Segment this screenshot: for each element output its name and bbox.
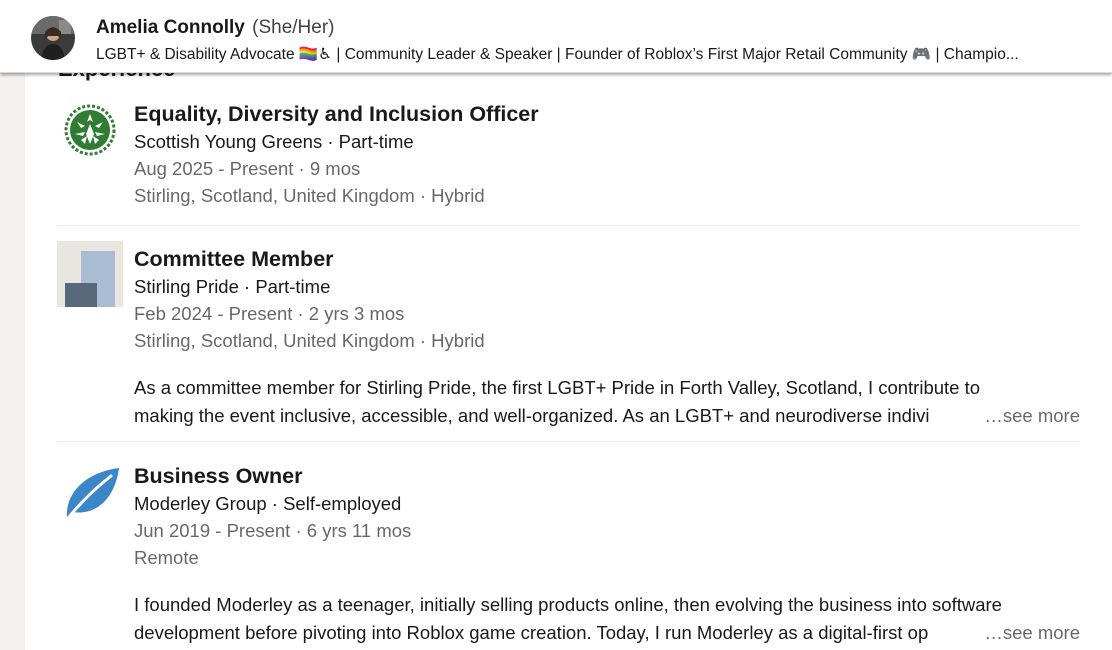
experience-title[interactable]: Business Owner xyxy=(134,462,1080,490)
profile-name-row: Amelia Connolly (She/Her) xyxy=(96,17,335,39)
placeholder-company-logo-icon[interactable] xyxy=(57,241,123,307)
profile-headline: LGBT+ & Disability Advocate 🏳️‍🌈♿ | Comm… xyxy=(96,46,1019,63)
thistle-logo-icon[interactable] xyxy=(57,100,123,166)
sticky-profile-header: Amelia Connolly (She/Her) LGBT+ & Disabi… xyxy=(0,0,1112,73)
experience-title[interactable]: Equality, Diversity and Inclusion Office… xyxy=(134,100,1080,128)
experience-location: Stirling, Scotland, United Kingdom · Hyb… xyxy=(134,185,485,206)
description-line: making the event inclusive, accessible, … xyxy=(134,405,930,426)
see-more-button[interactable]: …see more xyxy=(980,619,1080,647)
experience-title[interactable]: Committee Member xyxy=(134,245,1080,273)
experience-company: Moderley Group · Self-employed xyxy=(134,493,402,514)
description-line: development before pivoting into Roblox … xyxy=(134,622,929,643)
description-line: I founded Moderley as a teenager, initia… xyxy=(134,594,1002,615)
experience-location: Remote xyxy=(134,547,199,568)
experience-dates: Aug 2025 - Present · 9 mos xyxy=(134,158,361,179)
description-line: As a committee member for Stirling Pride… xyxy=(134,377,981,398)
divider xyxy=(57,441,1080,442)
divider xyxy=(57,225,1080,226)
see-more-button[interactable]: …see more xyxy=(980,402,1080,430)
experience-company: Scottish Young Greens · Part-time xyxy=(134,131,414,152)
avatar[interactable] xyxy=(31,16,75,60)
experience-location: Stirling, Scotland, United Kingdom · Hyb… xyxy=(134,330,485,351)
experience-description: As a committee member for Stirling Pride… xyxy=(134,374,1080,430)
experience-description: I founded Moderley as a teenager, initia… xyxy=(134,591,1080,647)
experience-dates: Feb 2024 - Present · 2 yrs 3 mos xyxy=(134,303,405,324)
experience-company: Stirling Pride · Part-time xyxy=(134,276,331,297)
experience-dates: Jun 2019 - Present · 6 yrs 11 mos xyxy=(134,520,412,541)
profile-name[interactable]: Amelia Connolly xyxy=(96,17,245,38)
leaf-logo-icon[interactable] xyxy=(57,462,123,528)
profile-pronouns: (She/Her) xyxy=(252,17,335,38)
